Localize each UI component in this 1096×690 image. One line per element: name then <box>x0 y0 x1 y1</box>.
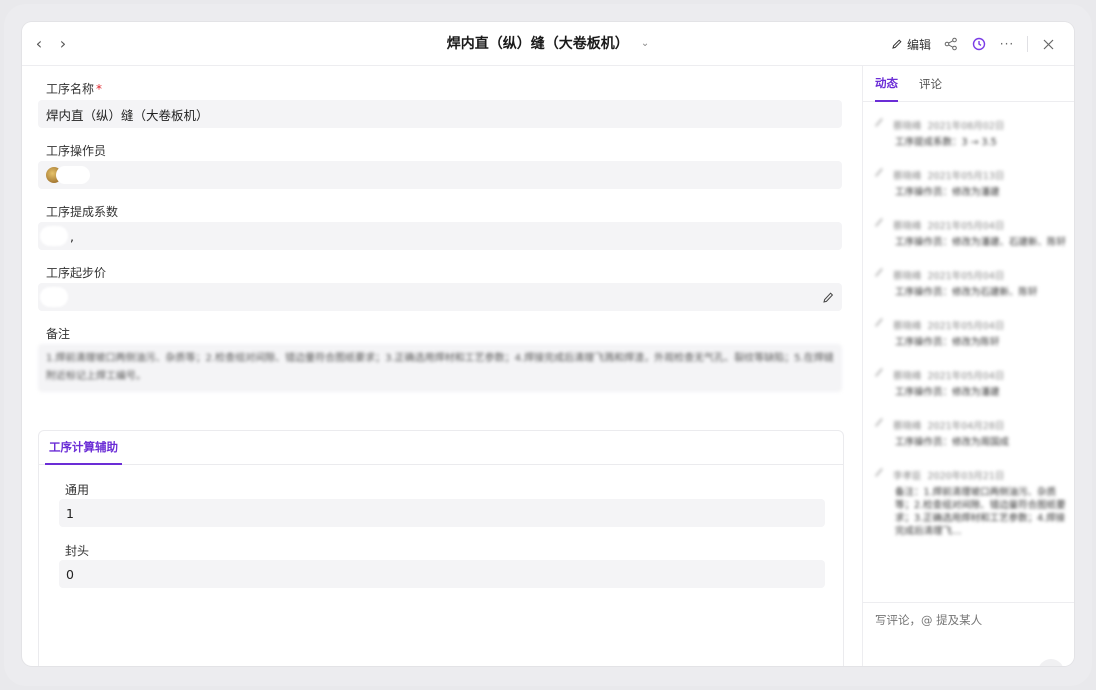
comment-input[interactable] <box>875 613 1055 627</box>
process-name-field[interactable]: 焊内直（纵）缝（大卷板机） <box>38 100 842 128</box>
activity-user: 蔡晓峰 <box>893 370 922 382</box>
calc-label-general: 通用 <box>65 483 90 497</box>
chevron-down-icon[interactable]: ⌄ <box>641 38 649 49</box>
activity-text: 工序操作员：修改为潘建 <box>895 187 1000 198</box>
coefficient-field[interactable]: , <box>38 222 842 250</box>
calc-panel: 工序计算辅助 通用 1 封头 0 <box>38 430 844 666</box>
activity-user: 蔡晓峰 <box>893 220 922 232</box>
record-title: 焊内直（纵）缝（大卷板机） <box>446 36 629 52</box>
list-item: 李孝臣 2020年03月21日 备注：1.焊前清理坡口两侧油污、杂质等；2.检查组… <box>874 467 1067 538</box>
start-price-field[interactable] <box>38 283 842 311</box>
comment-composer: @ <box>863 602 1074 666</box>
activity-user: 蔡晓峰 <box>893 420 922 432</box>
edit-history-icon <box>874 267 890 282</box>
list-item: 蔡晓峰 2021年05月04日 工序操作员：修改为石建新、陈轩 <box>874 267 1067 299</box>
activity-time: 2020年03月21日 <box>927 470 1005 482</box>
value-chip <box>40 226 68 246</box>
toolbar: 编辑 ··· <box>885 31 1062 57</box>
edit-history-icon <box>874 167 890 182</box>
activity-text: 工序操作员：修改为陈轩 <box>895 337 1000 348</box>
notes-field[interactable]: 1.焊前清理坡口两侧油污、杂质等；2.检查组对间隙、错边量符合图纸要求；3.正确… <box>38 344 842 392</box>
edit-history-icon <box>874 417 890 432</box>
field-label-text: 工序名称 <box>46 82 95 96</box>
list-item: 蔡晓峰 2021年05月04日 工序操作员：修改为潘建 <box>874 367 1067 399</box>
list-item: 蔡晓峰 2021年05月04日 工序操作员：修改为陈轩 <box>874 317 1067 349</box>
coefficient-value: , <box>70 228 74 244</box>
edit-history-icon <box>874 367 890 382</box>
head-field[interactable]: 0 <box>59 560 825 588</box>
send-button[interactable] <box>1038 659 1064 666</box>
divider <box>1027 36 1028 52</box>
pencil-icon[interactable] <box>822 290 834 304</box>
activity-time: 2021年04月28日 <box>927 420 1005 432</box>
edit-history-icon <box>874 317 890 332</box>
activity-user: 蔡晓峰 <box>893 320 922 332</box>
tab-comments[interactable]: 评论 <box>919 66 942 102</box>
head-value: 0 <box>66 566 74 582</box>
activity-text: 工序操作员：修改为周国成 <box>895 437 1010 448</box>
edit-label: 编辑 <box>906 37 931 52</box>
operator-chip[interactable] <box>56 166 90 184</box>
edit-button[interactable]: 编辑 <box>885 36 937 53</box>
field-label-coefficient: 工序提成系数 <box>46 205 119 219</box>
field-label-notes: 备注 <box>46 327 71 341</box>
activity-list: 蔡晓峰 2021年08月02日 工序提成系数：3 → 3.5 蔡晓峰 2021年05… <box>874 117 1067 557</box>
list-item: 蔡晓峰 2021年05月13日 工序操作员：修改为潘建 <box>874 167 1067 199</box>
activity-user: 蔡晓峰 <box>893 170 922 182</box>
activity-user: 蔡晓峰 <box>893 270 922 282</box>
activity-time: 2021年05月04日 <box>927 270 1005 282</box>
tab-calc-assist[interactable]: 工序计算辅助 <box>45 431 122 465</box>
value-chip <box>40 287 68 307</box>
mention-icon[interactable]: @ <box>875 665 888 666</box>
field-label-name: 工序名称 * <box>46 80 102 97</box>
edit-history-icon <box>874 217 890 232</box>
activity-text: 工序操作员：修改为潘建、石建新、陈轩 <box>895 237 1067 248</box>
calc-tabbar: 工序计算辅助 <box>39 431 843 465</box>
activity-tabs: 动态 评论 <box>863 66 1074 102</box>
share-icon[interactable] <box>937 31 965 57</box>
operator-field[interactable] <box>38 161 842 189</box>
activity-panel: 动态 评论 蔡晓峰 2021年08月02日 工序提成系数：3 → 3.5 蔡晓峰 2… <box>862 66 1074 666</box>
edit-history-icon <box>874 467 890 482</box>
general-field[interactable]: 1 <box>59 499 825 527</box>
comment-actions: @ <box>875 665 918 666</box>
top-bar: ‹ › 焊内直（纵）缝（大卷板机） ⌄ 编辑 ··· <box>22 22 1074 66</box>
tab-activity[interactable]: 动态 <box>875 66 898 102</box>
required-mark: * <box>96 82 103 96</box>
list-item: 蔡晓峰 2021年05月04日 工序操作员：修改为潘建、石建新、陈轩 <box>874 217 1067 249</box>
field-label-start-price: 工序起步价 <box>46 266 107 280</box>
activity-time: 2021年05月04日 <box>927 320 1005 332</box>
pencil-icon <box>892 39 902 49</box>
record-form: 工序名称 * 焊内直（纵）缝（大卷板机） 工序操作员 工序提成系数 , 工序起步价… <box>22 66 862 666</box>
activity-text: 工序提成系数：3 → 3.5 <box>895 137 997 148</box>
record-window: ‹ › 焊内直（纵）缝（大卷板机） ⌄ 编辑 ··· 工序名称 * 焊内直（纵）… <box>22 22 1074 666</box>
activity-user: 李孝臣 <box>893 470 922 482</box>
process-name-value: 焊内直（纵）缝（大卷板机） <box>46 107 209 123</box>
activity-time: 2021年05月13日 <box>927 170 1005 182</box>
activity-text: 工序操作员：修改为潘建 <box>895 387 1000 398</box>
list-item: 蔡晓峰 2021年04月28日 工序操作员：修改为周国成 <box>874 417 1067 449</box>
edit-history-icon <box>874 117 890 132</box>
more-icon[interactable]: ··· <box>993 31 1021 57</box>
close-icon[interactable] <box>1034 31 1062 57</box>
field-label-operator: 工序操作员 <box>46 144 107 158</box>
calc-label-head: 封头 <box>65 544 90 558</box>
activity-user: 蔡晓峰 <box>893 120 922 132</box>
activity-time: 2021年08月02日 <box>927 120 1005 132</box>
activity-text: 工序操作员：修改为石建新、陈轩 <box>895 287 1038 298</box>
activity-text: 备注：1.焊前清理坡口两侧油污、杂质等；2.检查组对间隙、错边量符合图纸要求；3… <box>895 487 1066 537</box>
list-item: 蔡晓峰 2021年08月02日 工序提成系数：3 → 3.5 <box>874 117 1067 149</box>
attachment-icon[interactable] <box>906 665 918 666</box>
activity-time: 2021年05月04日 <box>927 220 1005 232</box>
activity-time: 2021年05月04日 <box>927 370 1005 382</box>
send-icon <box>1044 665 1058 666</box>
general-value: 1 <box>66 505 74 521</box>
history-clock-icon[interactable] <box>965 31 993 57</box>
